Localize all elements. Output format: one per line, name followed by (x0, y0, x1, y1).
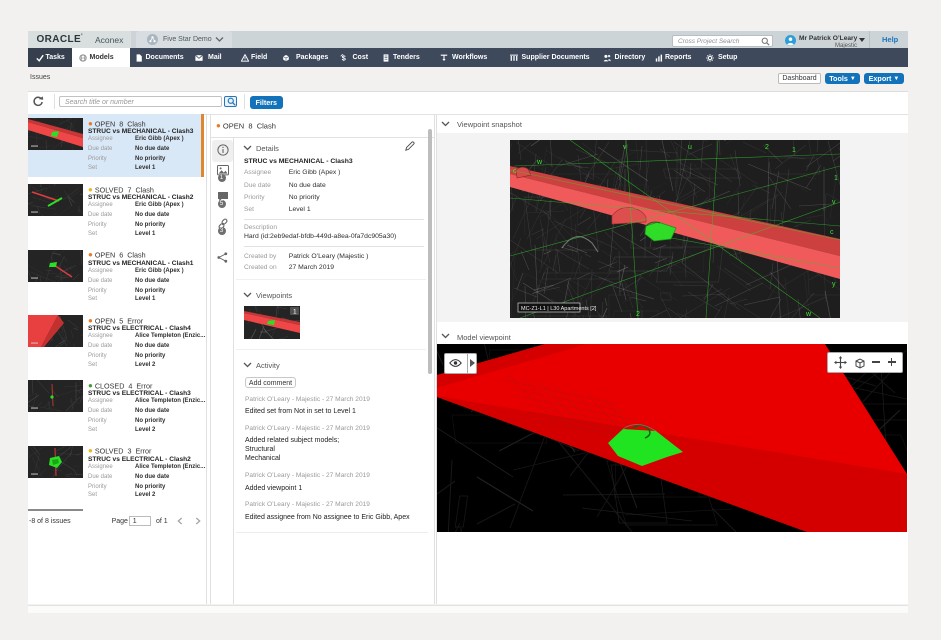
svg-text:w: w (536, 159, 543, 166)
svg-text:1: 1 (792, 147, 796, 154)
svg-text:$: $ (341, 54, 345, 62)
svg-text:c: c (513, 168, 517, 175)
svg-text:2: 2 (765, 144, 769, 151)
svg-text:1: 1 (834, 175, 838, 182)
svg-text:v: v (832, 199, 836, 206)
svg-text:c: c (830, 229, 834, 236)
svg-text:y: y (832, 281, 836, 288)
svg-text:1: 1 (293, 309, 297, 316)
svg-text:MC-Z1-L1 | L30 Apartments [2]: MC-Z1-L1 | L30 Apartments [2] (521, 306, 597, 312)
svg-text:v: v (623, 144, 627, 151)
svg-text:u: u (688, 144, 692, 151)
svg-text:2: 2 (636, 311, 640, 318)
svg-text:w: w (805, 311, 812, 318)
